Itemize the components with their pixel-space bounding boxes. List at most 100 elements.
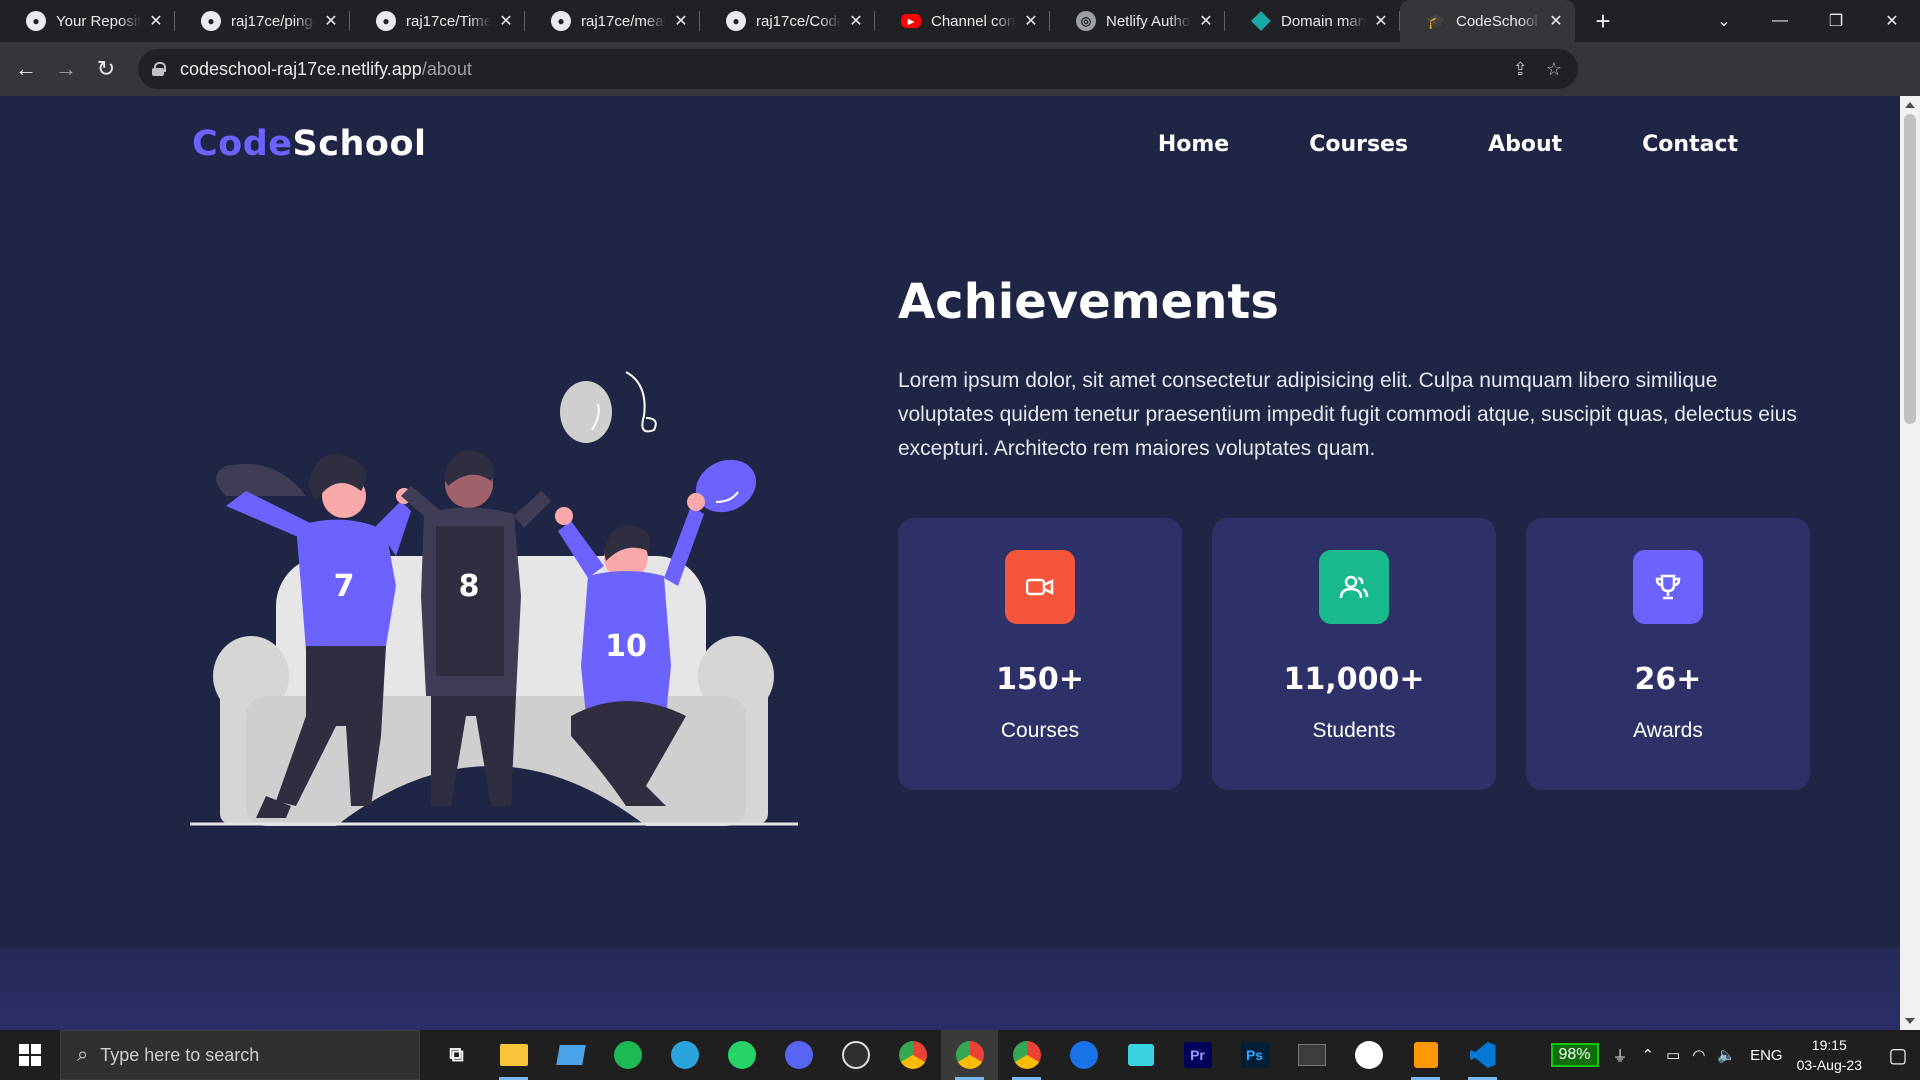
forward-button[interactable]: → — [46, 56, 86, 82]
logo-accent: Code — [192, 124, 293, 164]
tab-title: raj17ce/mealti — [581, 12, 666, 30]
page-scrollbar[interactable] — [1900, 96, 1920, 1030]
obs-icon[interactable] — [827, 1030, 884, 1080]
nav-home[interactable]: Home — [1158, 132, 1229, 157]
tab-codeschool-repo[interactable]: ● raj17ce/CodeS ✕ — [700, 0, 875, 42]
github-icon: ● — [551, 11, 571, 31]
windows-start-icon[interactable] — [0, 1030, 60, 1080]
tab-codeschool[interactable]: 🎓 CodeSchool - ✕ — [1400, 0, 1575, 42]
logo-rest: School — [292, 124, 427, 164]
battery-percent-badge[interactable]: 98% — [1550, 1043, 1599, 1067]
minimize-button[interactable]: — — [1752, 12, 1808, 30]
task-view-icon[interactable]: ⧉ — [428, 1030, 485, 1080]
domain-icon — [1251, 11, 1271, 31]
tab-timer-repo[interactable]: ● raj17ce/Timer ✕ — [350, 0, 525, 42]
windows-taskbar: ⌕ Type here to search ⧉ Pr Ps 98% ⏚ ⌃ ▭ … — [0, 1030, 1920, 1080]
file-explorer-icon[interactable] — [485, 1030, 542, 1080]
globe-icon: ◎ — [1076, 11, 1096, 31]
chrome-icon[interactable] — [941, 1030, 998, 1080]
close-icon[interactable]: ✕ — [847, 11, 865, 31]
scroll-up-arrow-icon[interactable] — [1905, 102, 1915, 108]
tab-title: Domain mana — [1281, 12, 1366, 30]
site-logo[interactable]: CodeSchool — [192, 124, 427, 164]
stat-card-students: 11,000+ Students — [1212, 518, 1496, 790]
restore-button[interactable]: ❐ — [1808, 11, 1864, 31]
mail-app-icon[interactable] — [1112, 1030, 1169, 1080]
premiere-pro-icon[interactable]: Pr — [1169, 1030, 1226, 1080]
system-tray: 98% ⏚ ⌃ ▭ ◠ 🔈 ENG 19:15 03-Aug-23 ▢ — [1550, 1030, 1920, 1080]
clock-time: 19:15 — [1811, 1037, 1847, 1053]
back-button[interactable]: ← — [6, 56, 46, 82]
stat-card-awards: 26+ Awards — [1526, 518, 1810, 790]
github-icon: ● — [201, 11, 221, 31]
close-icon[interactable]: ✕ — [1022, 11, 1040, 31]
close-icon[interactable]: ✕ — [147, 11, 165, 31]
notification-icon[interactable]: ▢ — [1876, 1043, 1920, 1068]
tab-search-chevron-icon[interactable]: ⌄ — [1696, 11, 1752, 31]
tab-netlify[interactable]: ◎ Netlify Author ✕ — [1050, 0, 1225, 42]
tab-youtube-channel[interactable]: ▶ Channel conte ✕ — [875, 0, 1050, 42]
vscode-icon[interactable] — [1454, 1030, 1511, 1080]
youtube-icon: ▶ — [901, 14, 921, 28]
nav-courses[interactable]: Courses — [1309, 132, 1408, 157]
battery-icon[interactable]: ▭ — [1666, 1046, 1680, 1064]
whatsapp-icon[interactable] — [713, 1030, 770, 1080]
photoshop-icon[interactable]: Ps — [1226, 1030, 1283, 1080]
close-icon[interactable]: ✕ — [1547, 11, 1565, 31]
volume-icon[interactable]: 🔈 — [1717, 1046, 1736, 1064]
laptop-app-icon[interactable] — [542, 1030, 599, 1080]
tab-domain[interactable]: Domain mana ✕ — [1225, 0, 1400, 42]
terminal-icon[interactable] — [1283, 1030, 1340, 1080]
plug-icon[interactable]: ⏚ — [1613, 1045, 1628, 1066]
clock[interactable]: 19:15 03-Aug-23 — [1797, 1035, 1862, 1075]
language-indicator[interactable]: ENG — [1750, 1047, 1783, 1064]
tab-your-repositories[interactable]: ● Your Repositor ✕ — [0, 0, 175, 42]
nav-contact[interactable]: Contact — [1642, 132, 1738, 157]
stat-card-courses: 150+ Courses — [898, 518, 1182, 790]
chevron-up-icon[interactable]: ⌃ — [1642, 1046, 1655, 1064]
stat-label: Courses — [1000, 719, 1080, 742]
scroll-down-arrow-icon[interactable] — [1905, 1018, 1915, 1024]
telegram-icon[interactable] — [656, 1030, 713, 1080]
wifi-icon[interactable]: ◠ — [1692, 1046, 1705, 1064]
close-icon[interactable]: ✕ — [1197, 11, 1215, 31]
chrome-profile-2-icon[interactable] — [998, 1030, 1055, 1080]
url-host: codeschool-raj17ce.netlify.app — [180, 58, 422, 79]
trophy-icon — [1633, 550, 1703, 624]
close-icon[interactable]: ✕ — [322, 11, 340, 31]
spotify-icon[interactable] — [599, 1030, 656, 1080]
taskbar-search-box[interactable]: ⌕ Type here to search — [60, 1030, 420, 1080]
jersey-number-7: 7 — [334, 569, 355, 604]
tab-title: raj17ce/CodeS — [756, 12, 841, 30]
search-icon: ⌕ — [77, 1043, 89, 1066]
bookmark-star-icon[interactable]: ☆ — [1546, 59, 1562, 80]
tab-mealtime-repo[interactable]: ● raj17ce/mealti ✕ — [525, 0, 700, 42]
close-icon[interactable]: ✕ — [1372, 11, 1390, 31]
stat-value: 150+ — [996, 662, 1084, 697]
reload-button[interactable]: ↻ — [86, 56, 126, 82]
tab-title: Netlify Author — [1106, 12, 1191, 30]
address-bar[interactable]: codeschool-raj17ce.netlify.app/about ⇪ ☆ — [138, 49, 1578, 89]
search-placeholder: Type here to search — [100, 1044, 260, 1065]
stats-cards: 150+ Courses 11,000+ Students 26+ Awards — [898, 518, 1810, 790]
share-icon[interactable]: ⇪ — [1513, 59, 1528, 80]
close-icon[interactable]: ✕ — [497, 11, 515, 31]
new-tab-button[interactable]: + — [1583, 6, 1623, 37]
close-window-button[interactable]: ✕ — [1864, 11, 1920, 31]
discord-icon[interactable] — [770, 1030, 827, 1080]
firefox-icon[interactable] — [1055, 1030, 1112, 1080]
stat-label: Students — [1312, 719, 1396, 742]
jersey-number-10: 10 — [605, 629, 647, 664]
video-camera-icon — [1005, 550, 1075, 624]
lock-icon[interactable] — [152, 62, 166, 76]
scrollbar-thumb[interactable] — [1904, 114, 1916, 424]
tab-ping-repo[interactable]: ● raj17ce/ping- ✕ — [175, 0, 350, 42]
chrome-profile-r-icon[interactable] — [884, 1030, 941, 1080]
tab-title: CodeSchool - — [1456, 12, 1541, 30]
warp-app-icon[interactable] — [1340, 1030, 1397, 1080]
celebration-illustration: 7 8 10 — [190, 371, 798, 826]
close-icon[interactable]: ✕ — [672, 11, 690, 31]
sublime-text-icon[interactable] — [1397, 1030, 1454, 1080]
nav-about[interactable]: About — [1488, 132, 1562, 157]
stat-value: 11,000+ — [1283, 662, 1425, 697]
